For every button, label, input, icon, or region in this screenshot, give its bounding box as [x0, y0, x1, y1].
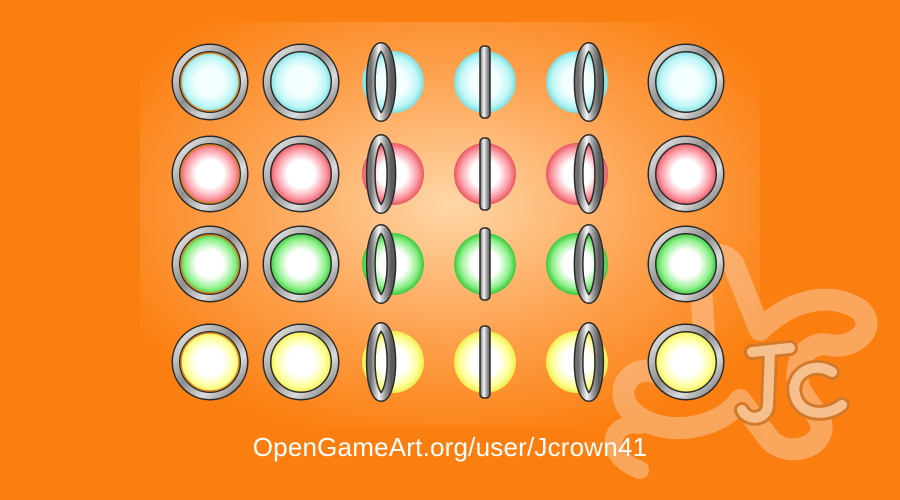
gem-sprite-yellow-full-back: [647, 323, 725, 401]
gem-sprite-green-full-back: [647, 225, 725, 303]
gem-sprite-green-full-front: [171, 225, 249, 303]
gem-sprite-red-full-front: [171, 135, 249, 213]
credit-text: OpenGameArt.org/user/Jcrown41: [252, 432, 648, 462]
gem-sprite-cyan-full-front: [171, 43, 249, 121]
gem-sprite-yellow-full-rim: [262, 323, 340, 401]
gem-sprite-yellow-full-front: [171, 323, 249, 401]
gem-sprite-cyan-full-back: [647, 43, 725, 121]
gem-sprite-red-full-back: [647, 135, 725, 213]
metal-ring-edge: [479, 227, 491, 301]
metal-ring-edge: [479, 45, 491, 119]
gem-sprite-red-full-rim: [262, 135, 340, 213]
gem-sprite-cyan-full-rim: [262, 43, 340, 121]
gem-sprite-green-full-rim: [262, 225, 340, 303]
sprite-sheet: [0, 0, 900, 500]
metal-ring-edge: [479, 137, 491, 211]
metal-ring-edge: [479, 325, 491, 399]
